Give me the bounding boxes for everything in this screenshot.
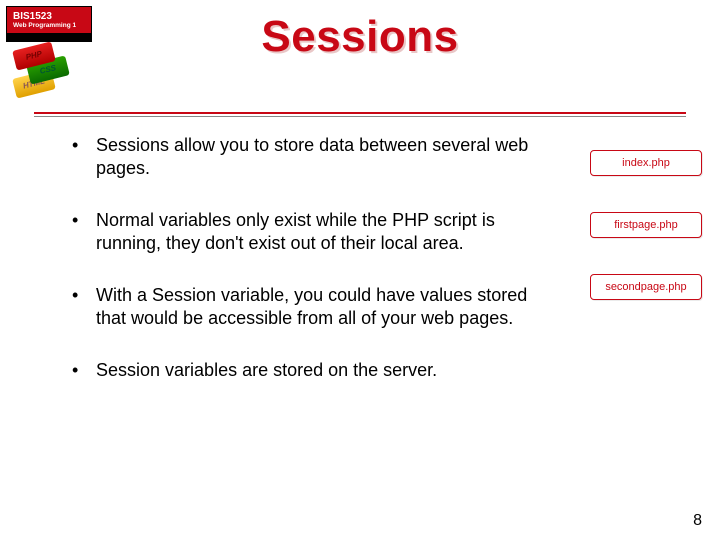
- list-item: Normal variables only exist while the PH…: [60, 209, 560, 254]
- file-box-secondpage: secondpage.php: [590, 274, 702, 300]
- slide: BIS1523 Web Programming 1 PHP CSS HTML S…: [0, 0, 720, 540]
- bullet-list: Sessions allow you to store data between…: [60, 134, 560, 382]
- list-item: With a Session variable, you could have …: [60, 284, 560, 329]
- page-number: 8: [693, 512, 702, 530]
- slide-title: Sessions: [0, 12, 720, 62]
- title-divider: [34, 112, 686, 114]
- file-box-firstpage: firstpage.php: [590, 212, 702, 238]
- list-item: Session variables are stored on the serv…: [60, 359, 560, 382]
- bullet-text: With a Session variable, you could have …: [96, 285, 527, 328]
- bullet-text: Sessions allow you to store data between…: [96, 135, 528, 178]
- list-item: Sessions allow you to store data between…: [60, 134, 560, 179]
- bullet-text: Session variables are stored on the serv…: [96, 360, 437, 380]
- file-box-index: index.php: [590, 150, 702, 176]
- bullet-text: Normal variables only exist while the PH…: [96, 210, 495, 253]
- slide-body: Sessions allow you to store data between…: [60, 134, 672, 412]
- file-box-column: index.php firstpage.php secondpage.php: [590, 150, 702, 300]
